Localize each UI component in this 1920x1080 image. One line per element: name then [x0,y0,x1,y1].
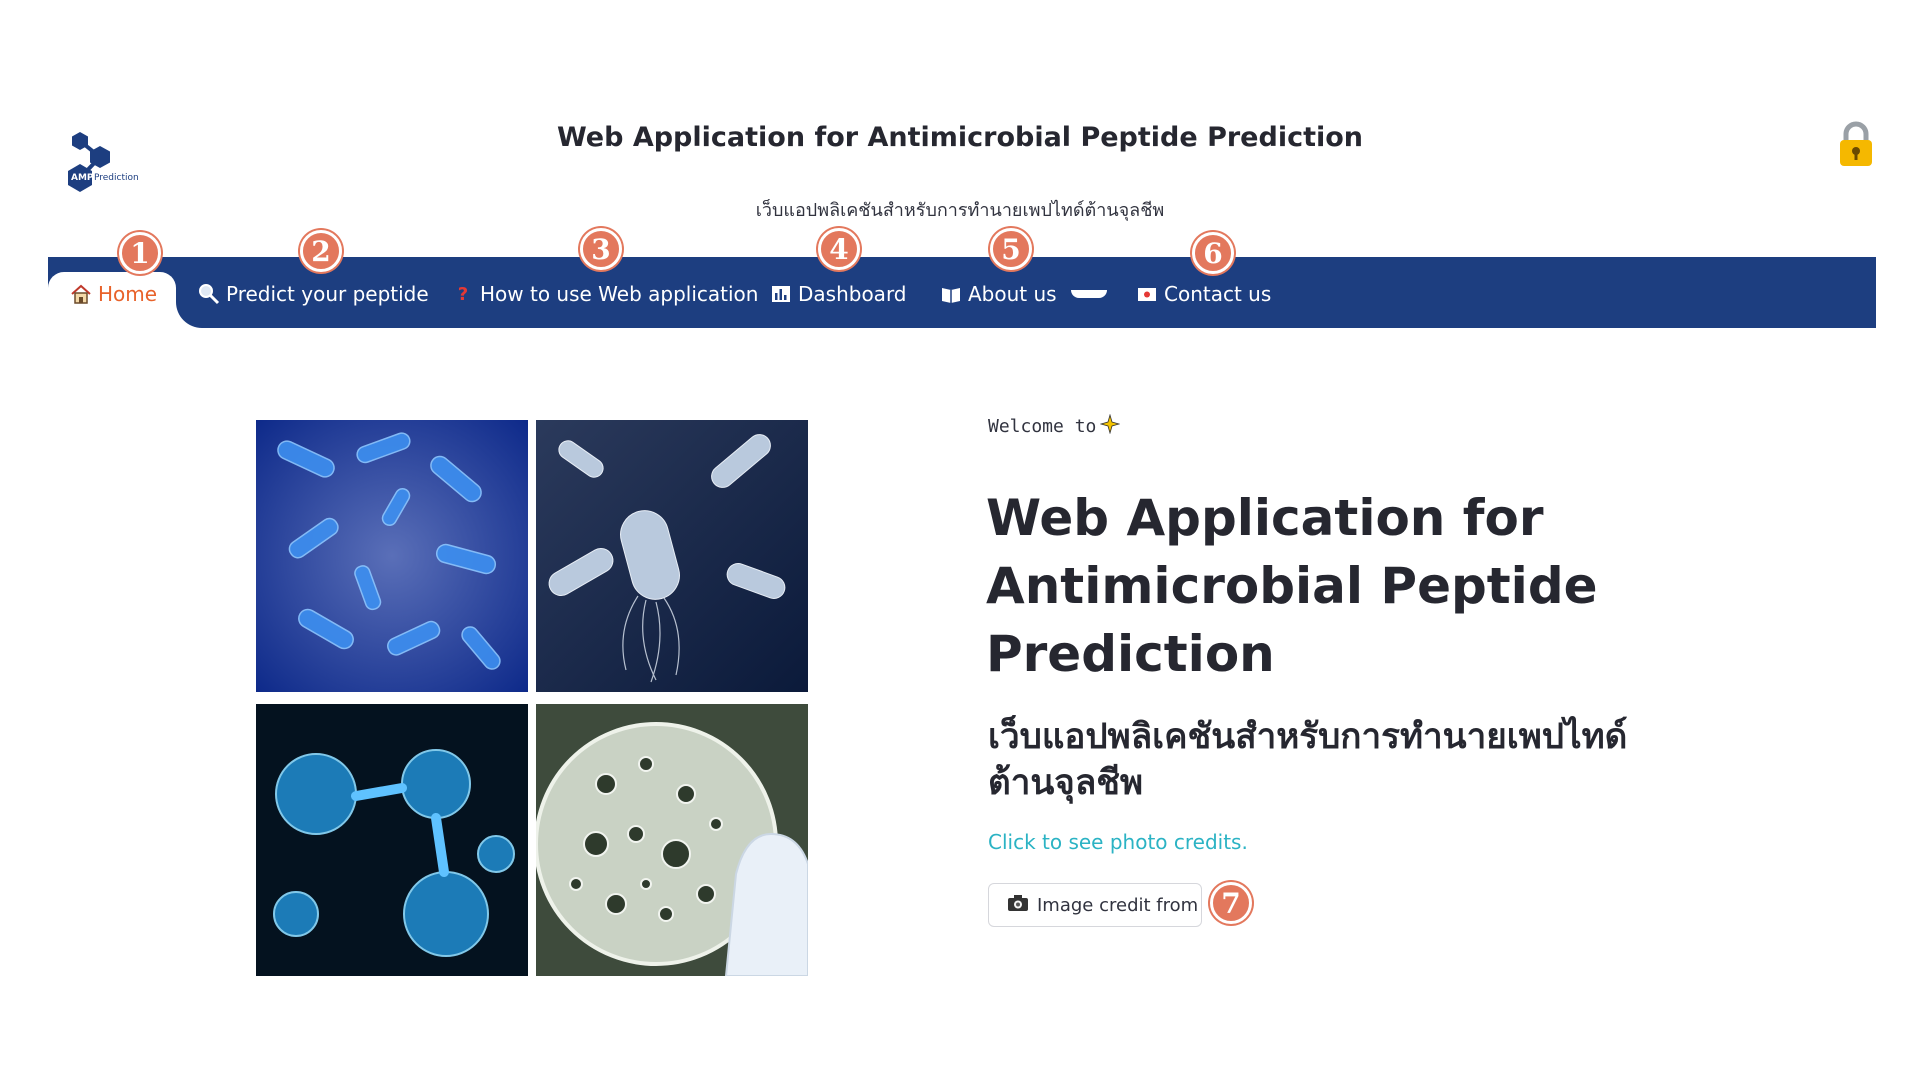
nav-label: Contact us [1164,282,1272,306]
photo-blue-bacteria [256,420,528,692]
nav-label: How to use Web application [480,282,759,306]
nav-item-dashboard[interactable]: Dashboard [770,277,907,311]
annotation-badge-2: 2 [300,230,342,272]
card-icon [1136,283,1158,305]
hero-title-line: Antimicrobial Peptide [986,557,1598,615]
nav-label: Predict your peptide [226,282,429,306]
image-credit-label: Image credit from [1037,894,1199,916]
welcome-label: Welcome to [988,416,1097,437]
hero-thai-line: เว็บแอปพลิเคชันสำหรับการทำนายเพปไทด์ [988,717,1628,757]
nav-item-predict[interactable]: Predict your peptide [198,277,429,311]
svg-text:AMP: AMP [71,173,94,183]
image-credit-button[interactable]: Image credit from [988,883,1202,927]
nav-item-how-to-use[interactable]: ? How to use Web application [452,277,759,311]
magnifier-icon [198,283,220,305]
annotation-badge-4: 4 [818,228,860,270]
annotation-badge-5: 5 [990,228,1032,270]
photo-flagellated-bacteria [536,420,808,692]
annotation-badge-1: 1 [119,232,161,274]
hero-thai-line: ต้านจุลชีพ [988,763,1144,803]
nav-item-contact-us[interactable]: Contact us [1136,277,1271,311]
app-title: Web Application for Antimicrobial Peptid… [556,122,1364,153]
sparkle-icon [1099,413,1121,439]
house-icon [70,283,92,305]
question-mark-icon: ? [457,283,469,305]
bar-chart-icon [770,283,792,305]
chevron-down-icon[interactable] [1070,290,1107,298]
hero-thai-subtitle: เว็บแอปพลิเคชันสำหรับการทำนายเพปไทด์ ต้า… [988,714,1708,806]
nav-label: Dashboard [798,282,907,306]
microbe-photo-grid [256,420,808,976]
photo-molecules [256,704,528,976]
annotation-badge-6: 6 [1192,232,1234,274]
annotation-badge-7: 7 [1210,882,1252,924]
camera-icon [1007,894,1029,917]
photo-credits-link[interactable]: Click to see photo credits. [988,830,1248,854]
app-subtitle: เว็บแอปพลิเคชันสำหรับการทำนายเพปไทด์ต้าน… [755,200,1165,221]
hero-title-line: Prediction [986,625,1275,683]
nav-label: Home [98,282,158,306]
nav-item-about-us[interactable]: About us [940,277,1107,311]
nav-label: About us [968,282,1057,306]
hero-title-line: Web Application for [986,489,1544,547]
logo-text: Prediction [94,173,139,183]
hero-title: Web Application for Antimicrobial Peptid… [986,484,1626,688]
book-icon [940,283,962,305]
annotation-badge-3: 3 [580,228,622,270]
nav-item-home[interactable]: Home [70,277,157,311]
photo-petri-dish [536,704,808,976]
welcome-text: Welcome to [988,413,1121,439]
lock-icon[interactable] [1836,120,1876,168]
